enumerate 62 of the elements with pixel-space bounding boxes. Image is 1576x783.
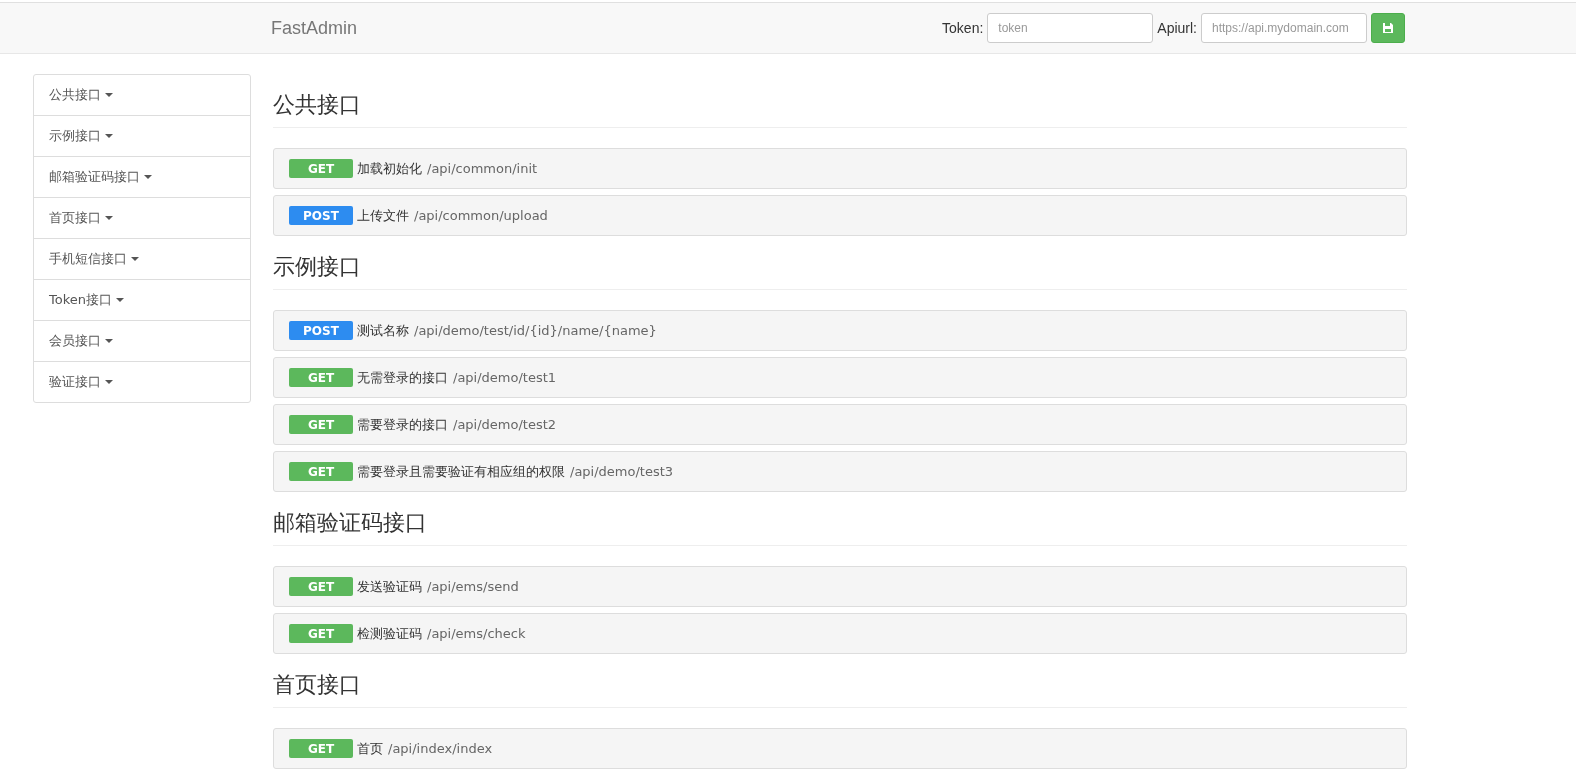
api-row[interactable]: GET 检测验证码 /api/ems/check — [273, 613, 1407, 654]
brand-title[interactable]: FastAdmin — [271, 17, 358, 39]
api-row[interactable]: GET 需要登录且需要验证有相应组的权限 /api/demo/test3 — [273, 451, 1407, 492]
method-badge: POST — [289, 206, 353, 225]
api-row[interactable]: POST 上传文件 /api/common/upload — [273, 195, 1407, 236]
caret-icon — [105, 216, 113, 220]
section-heading: 首页接口 — [273, 672, 1407, 708]
section-heading: 公共接口 — [273, 92, 1407, 128]
caret-icon — [105, 380, 113, 384]
caret-icon — [144, 175, 152, 179]
sidebar-item[interactable]: Token接口 — [34, 279, 250, 320]
api-path: /api/common/init — [427, 161, 538, 176]
api-name: 测试名称 — [357, 321, 409, 340]
api-row[interactable]: GET 首页 /api/index/index — [273, 728, 1407, 769]
api-path: /api/ems/check — [427, 626, 526, 641]
sidebar-item[interactable]: 手机短信接口 — [34, 238, 250, 279]
api-path: /api/index/index — [388, 741, 493, 756]
method-badge: GET — [289, 624, 353, 643]
sidebar-item[interactable]: 公共接口 — [34, 75, 250, 115]
caret-icon — [131, 257, 139, 261]
caret-icon — [105, 339, 113, 343]
api-path: /api/demo/test2 — [453, 417, 557, 432]
apiurl-input[interactable]: https://api.mydomain.com — [1201, 13, 1367, 43]
api-name: 检测验证码 — [357, 624, 422, 643]
caret-icon — [116, 298, 124, 302]
method-badge: POST — [289, 321, 353, 340]
method-badge: GET — [289, 577, 353, 596]
token-label: Token: — [942, 20, 984, 36]
save-button[interactable] — [1371, 13, 1405, 43]
api-name: 无需登录的接口 — [357, 368, 448, 387]
api-name: 加载初始化 — [357, 159, 422, 178]
api-name: 需要登录的接口 — [357, 415, 448, 434]
api-row[interactable]: POST 测试名称 /api/demo/test/id/{id}/name/{name} — [273, 310, 1407, 351]
api-row[interactable]: GET 加载初始化 /api/common/init — [273, 148, 1407, 189]
api-row[interactable]: GET 需要登录的接口 /api/demo/test2 — [273, 404, 1407, 445]
apiurl-label: Apiurl: — [1157, 20, 1197, 36]
api-row[interactable]: GET 无需登录的接口 /api/demo/test1 — [273, 357, 1407, 398]
api-row[interactable]: GET 发送验证码 /api/ems/send — [273, 566, 1407, 607]
method-badge: GET — [289, 415, 353, 434]
sidebar-item[interactable]: 邮箱验证码接口 — [34, 156, 250, 197]
sidebar-item[interactable]: 会员接口 — [34, 320, 250, 361]
api-path: /api/ems/send — [427, 579, 519, 594]
sidebar-item[interactable]: 首页接口 — [34, 197, 250, 238]
sidebar-item[interactable]: 验证接口 — [34, 361, 250, 402]
caret-icon — [105, 134, 113, 138]
api-path: /api/common/upload — [414, 208, 548, 223]
api-path: /api/demo/test1 — [453, 370, 557, 385]
api-name: 上传文件 — [357, 206, 409, 225]
api-path: /api/demo/test3 — [570, 464, 674, 479]
method-badge: GET — [289, 159, 353, 178]
api-name: 需要登录且需要验证有相应组的权限 — [357, 462, 565, 481]
token-input[interactable]: token — [987, 13, 1154, 43]
api-name: 发送验证码 — [357, 577, 422, 596]
api-path: /api/demo/test/id/{id}/name/{name} — [414, 323, 657, 338]
section-heading: 邮箱验证码接口 — [273, 510, 1407, 546]
method-badge: GET — [289, 739, 353, 758]
method-badge: GET — [289, 368, 353, 387]
api-name: 首页 — [357, 739, 383, 758]
sidebar-item[interactable]: 示例接口 — [34, 115, 250, 156]
section-heading: 示例接口 — [273, 254, 1407, 290]
caret-icon — [105, 93, 113, 97]
method-badge: GET — [289, 462, 353, 481]
